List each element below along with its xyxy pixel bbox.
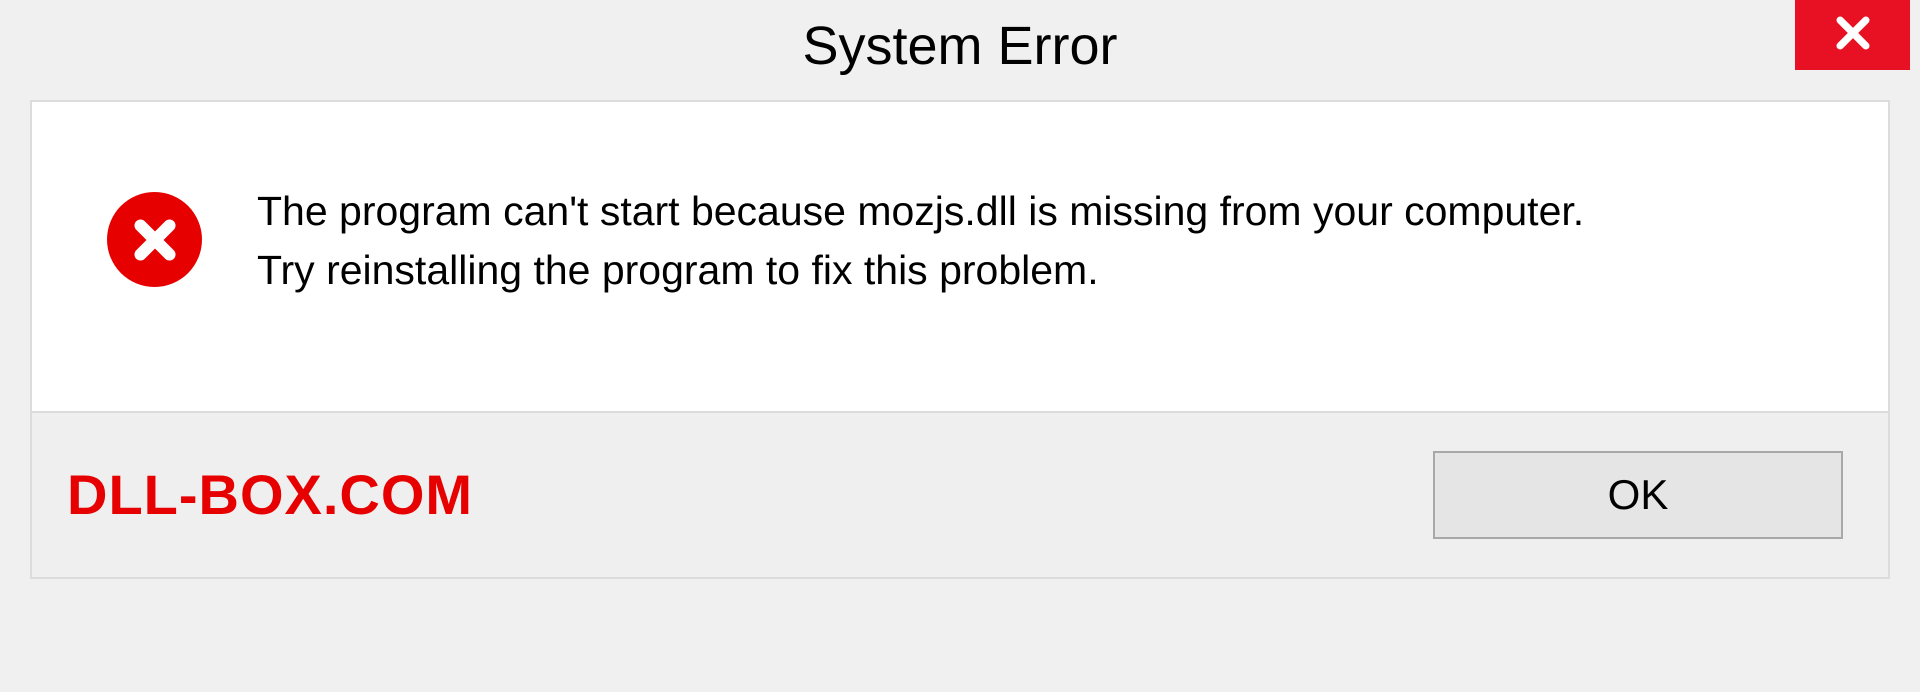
ok-button-label: OK [1608,471,1669,519]
dialog-footer: DLL-BOX.COM OK [30,413,1890,579]
brand-watermark: DLL-BOX.COM [67,462,473,527]
close-button[interactable] [1795,0,1910,70]
error-icon [107,192,202,287]
message-line-1: The program can't start because mozjs.dl… [257,182,1828,241]
ok-button[interactable]: OK [1433,451,1843,539]
message-line-2: Try reinstalling the program to fix this… [257,241,1828,300]
window-title: System Error [802,15,1117,77]
close-icon [1831,11,1875,60]
titlebar: System Error [0,0,1920,90]
message-block: The program can't start because mozjs.dl… [257,182,1828,301]
dialog-content: The program can't start because mozjs.dl… [30,100,1890,413]
